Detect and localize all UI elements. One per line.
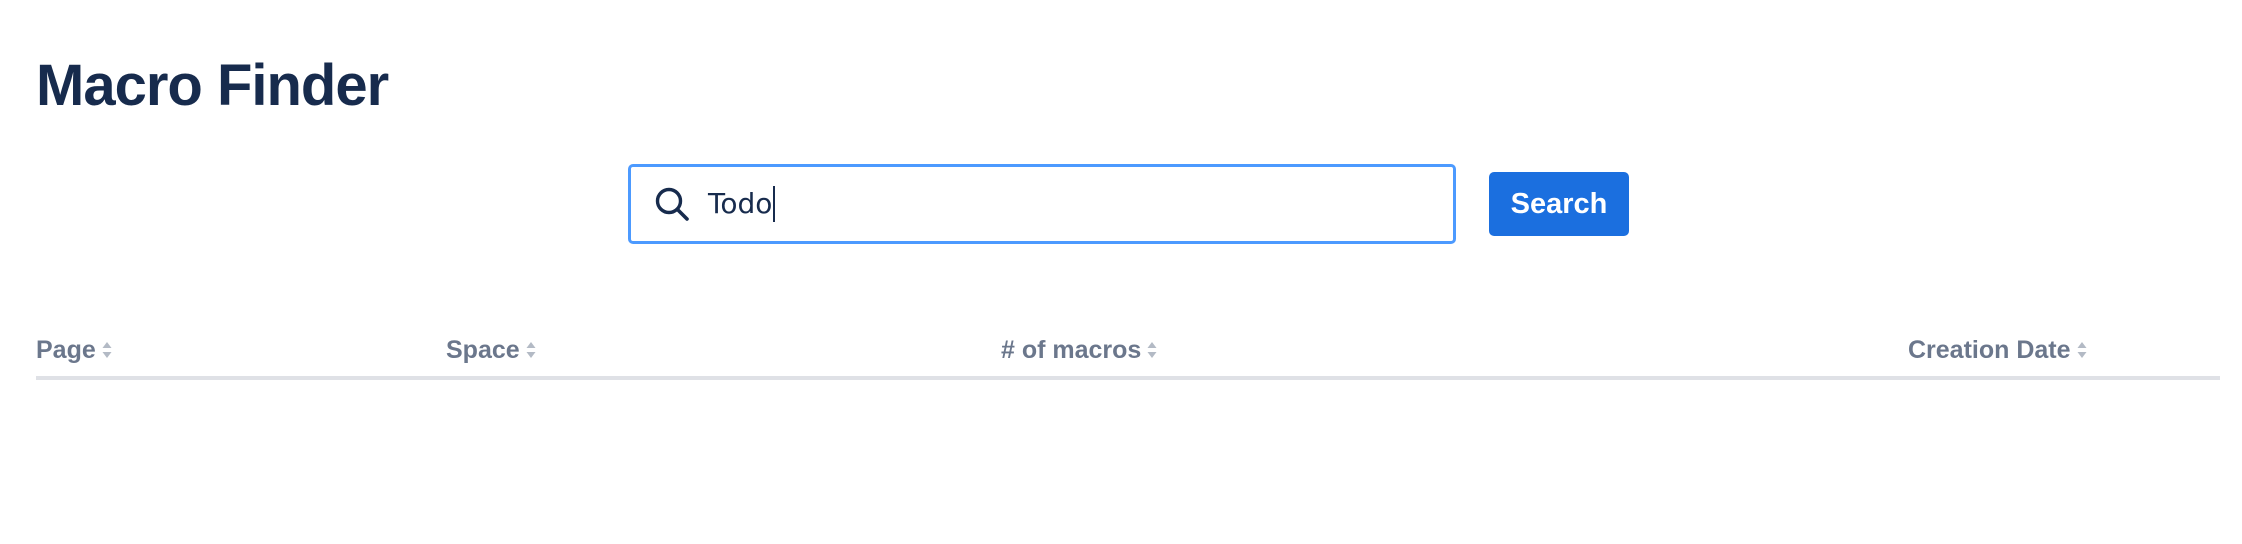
sort-icon (1147, 342, 1157, 358)
column-header-page[interactable]: Page (36, 330, 113, 370)
column-header-label: Page (36, 336, 96, 364)
search-input[interactable]: Todo (708, 182, 772, 226)
sort-icon (102, 342, 112, 358)
sort-icon (2077, 342, 2087, 358)
table-header: Page Space # of macros Creation Date (36, 330, 2220, 380)
search-button[interactable]: Search (1489, 172, 1629, 236)
search-field[interactable]: Todo (628, 164, 1456, 244)
sort-icon (526, 342, 536, 358)
column-header-space[interactable]: Space (446, 330, 537, 370)
column-header-creation-date[interactable]: Creation Date (1908, 330, 2088, 370)
page-title: Macro Finder (36, 53, 389, 118)
column-header-label: # of macros (1001, 336, 1142, 364)
text-caret (773, 186, 776, 222)
search-icon (655, 187, 689, 221)
column-header-label: Space (446, 336, 520, 364)
macro-finder-page: Macro Finder Todo Search Page Space # of… (0, 0, 2242, 544)
column-header-macros[interactable]: # of macros (1001, 330, 1158, 370)
column-header-label: Creation Date (1908, 336, 2071, 364)
